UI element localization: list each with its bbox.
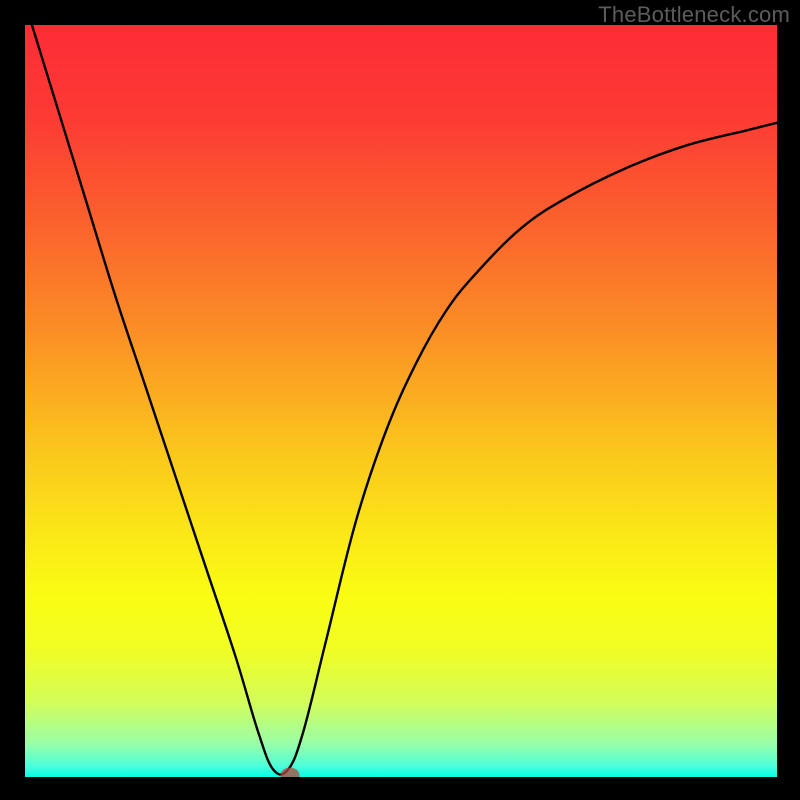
plot-area — [25, 25, 777, 777]
optimum-marker — [280, 768, 299, 777]
chart-frame: TheBottleneck.com — [0, 0, 800, 800]
bottleneck-curve — [25, 25, 777, 777]
watermark-text: TheBottleneck.com — [598, 2, 790, 28]
